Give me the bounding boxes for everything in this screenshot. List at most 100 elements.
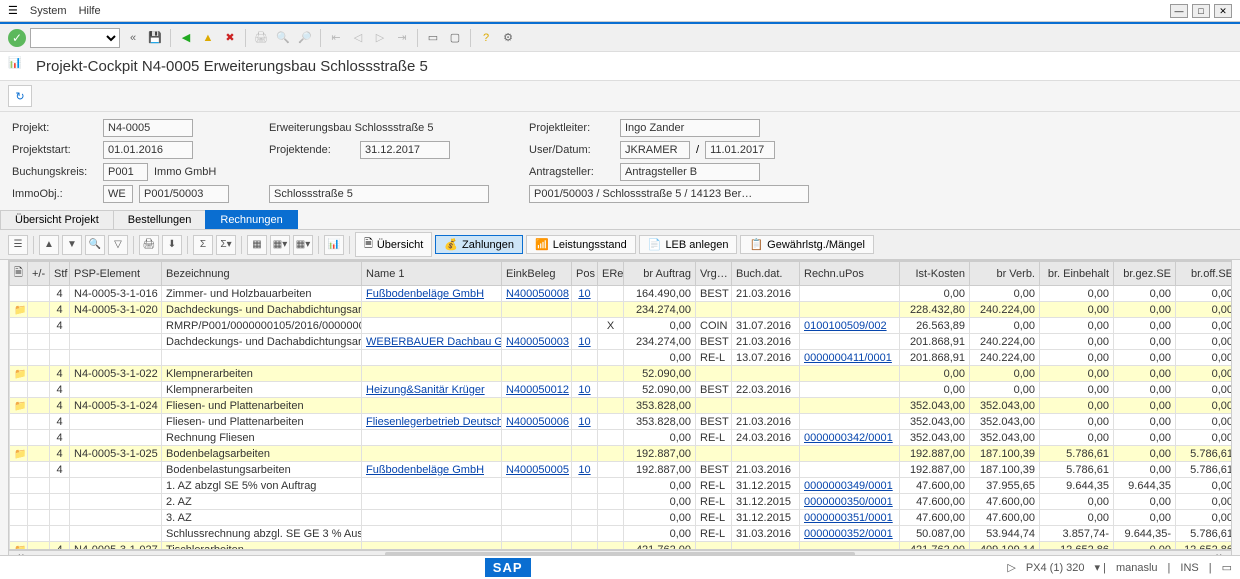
status-triangle-icon[interactable]: ▷ bbox=[1007, 561, 1015, 574]
col-pos[interactable]: Pos bbox=[572, 262, 598, 286]
link[interactable]: 0000000411/0001 bbox=[804, 352, 892, 364]
folder-icon[interactable]: 📁 bbox=[14, 401, 26, 412]
user-field[interactable]: JKRAMER bbox=[620, 141, 690, 159]
link[interactable]: 0000000350/0001 bbox=[804, 496, 893, 508]
col-name[interactable]: Name 1 bbox=[362, 262, 502, 286]
link[interactable]: Fußbodenbeläge GmbH bbox=[366, 288, 484, 300]
shortcut-icon[interactable]: ▢ bbox=[446, 29, 464, 47]
minimize-button[interactable]: — bbox=[1170, 4, 1188, 18]
tab-bestellungen[interactable]: Bestellungen bbox=[113, 210, 207, 229]
projekt-field[interactable]: N4-0005 bbox=[103, 119, 193, 137]
link[interactable]: Heizung&Sanitär Krüger bbox=[366, 384, 485, 396]
menu-system[interactable]: System bbox=[30, 5, 67, 17]
btn-uebersicht[interactable]: 🗎Übersicht bbox=[355, 232, 432, 257]
sum-icon[interactable]: Σ bbox=[193, 235, 213, 255]
antrag-field[interactable]: Antragsteller B bbox=[620, 163, 760, 181]
folder-icon[interactable]: 📁 bbox=[14, 369, 26, 380]
col-ere[interactable]: ERe bbox=[598, 262, 624, 286]
prev-page-icon[interactable]: ◁ bbox=[349, 29, 367, 47]
tab-uebersicht[interactable]: Übersicht Projekt bbox=[0, 210, 114, 229]
layout-save-icon[interactable]: ▦▾ bbox=[293, 235, 313, 255]
accept-icon[interactable]: ✓ bbox=[8, 29, 26, 47]
close-button[interactable]: ✕ bbox=[1214, 4, 1232, 18]
col-einb[interactable]: br. Einbehalt bbox=[1040, 262, 1114, 286]
exit-icon[interactable]: ▲ bbox=[199, 29, 217, 47]
col-auftrag[interactable]: br Auftrag bbox=[624, 262, 696, 286]
back-double-icon[interactable]: « bbox=[124, 29, 142, 47]
link[interactable]: 10 bbox=[578, 464, 590, 476]
next-page-icon[interactable]: ▷ bbox=[371, 29, 389, 47]
link[interactable]: 0000000349/0001 bbox=[804, 480, 893, 492]
btn-leb-anlegen[interactable]: 📄LEB anlegen bbox=[639, 235, 738, 254]
print-icon[interactable]: 🖨 bbox=[252, 29, 270, 47]
col-psp[interactable]: PSP-Element bbox=[70, 262, 162, 286]
col-pm[interactable]: +/- bbox=[28, 262, 50, 286]
alv-grid[interactable]: 🗎 +/- Stf PSP-Element Bezeichnung Name 1… bbox=[8, 260, 1232, 550]
table-row[interactable]: 📁4N4-0005-3-1-027Tischlerarbeiten421.762… bbox=[10, 542, 1233, 551]
menu-icon[interactable]: ☰ bbox=[8, 4, 18, 17]
cancel-icon[interactable]: ✖ bbox=[221, 29, 239, 47]
find-icon[interactable]: 🔍 bbox=[274, 29, 292, 47]
btn-leistungsstand[interactable]: 📶Leistungsstand bbox=[526, 235, 636, 254]
btn-gewaehrleistung[interactable]: 📋Gewährlstg./Mängel bbox=[740, 235, 874, 254]
table-row[interactable]: 4Fliesen- und PlattenarbeitenFliesenlege… bbox=[10, 414, 1233, 430]
find-grid-icon[interactable]: 🔍 bbox=[85, 235, 105, 255]
layout-icon[interactable]: ▦ bbox=[247, 235, 267, 255]
link[interactable]: 10 bbox=[578, 288, 590, 300]
ende-field[interactable]: 31.12.2017 bbox=[360, 141, 450, 159]
link[interactable]: N400050003 bbox=[506, 336, 569, 348]
col-gez[interactable]: br.gez.SE bbox=[1114, 262, 1176, 286]
table-row[interactable]: Dachdeckungs- und Dachabdichtungsarb.WEB… bbox=[10, 334, 1233, 350]
link[interactable]: Fliesenlegerbetrieb Deutschla bbox=[366, 416, 502, 428]
layout-select-icon[interactable]: ▦▾ bbox=[270, 235, 290, 255]
refresh-button[interactable]: ↻ bbox=[8, 85, 32, 107]
link[interactable]: 10 bbox=[578, 336, 590, 348]
col-rech[interactable]: Rechn.uPos bbox=[800, 262, 900, 286]
col-eink[interactable]: EinkBeleg bbox=[502, 262, 572, 286]
folder-icon[interactable]: 📁 bbox=[14, 545, 26, 551]
table-row[interactable]: 4N4-0005-3-1-016Zimmer- und Holzbauarbei… bbox=[10, 286, 1233, 302]
back-icon[interactable]: ◀ bbox=[177, 29, 195, 47]
user-date-field[interactable]: 11.01.2017 bbox=[705, 141, 775, 159]
tab-rechnungen[interactable]: Rechnungen bbox=[205, 210, 297, 229]
sort-asc-icon[interactable]: ▲ bbox=[39, 235, 59, 255]
col-vrg[interactable]: Vrg… bbox=[696, 262, 732, 286]
leiter-field[interactable]: Ingo Zander bbox=[620, 119, 760, 137]
addr-field[interactable]: P001/50003 / Schlossstraße 5 / 14123 Ber… bbox=[529, 185, 809, 203]
last-page-icon[interactable]: ⇥ bbox=[393, 29, 411, 47]
export-icon[interactable]: ⬇ bbox=[162, 235, 182, 255]
bukrs-field[interactable]: P001 bbox=[103, 163, 148, 181]
details-icon[interactable]: ☰ bbox=[8, 235, 28, 255]
col-verb[interactable]: br Verb. bbox=[970, 262, 1040, 286]
link[interactable]: 10 bbox=[578, 416, 590, 428]
status-menu-icon[interactable]: ▭ bbox=[1222, 561, 1232, 574]
link[interactable]: 0000000342/0001 bbox=[804, 432, 893, 444]
col-bez[interactable]: Bezeichnung bbox=[162, 262, 362, 286]
table-row[interactable]: 📁4N4-0005-3-1-022Klempnerarbeiten52.090,… bbox=[10, 366, 1233, 382]
col-off[interactable]: br.off.SE bbox=[1176, 262, 1233, 286]
graphic-icon[interactable]: 📊 bbox=[324, 235, 344, 255]
link[interactable]: N400050012 bbox=[506, 384, 569, 396]
sort-desc-icon[interactable]: ▼ bbox=[62, 235, 82, 255]
link[interactable]: 0000000351/0001 bbox=[804, 512, 893, 524]
col-ist[interactable]: Ist-Kosten bbox=[900, 262, 970, 286]
table-row[interactable]: 3. AZ0,00RE-L31.12.20150000000351/000147… bbox=[10, 510, 1233, 526]
command-field[interactable] bbox=[30, 28, 120, 48]
link[interactable]: 0000000352/0001 bbox=[804, 528, 893, 540]
folder-icon[interactable]: 📁 bbox=[14, 449, 26, 460]
find-next-icon[interactable]: 🔎 bbox=[296, 29, 314, 47]
first-page-icon[interactable]: ⇤ bbox=[327, 29, 345, 47]
save-icon[interactable]: 💾 bbox=[146, 29, 164, 47]
col-tree[interactable]: 🗎 bbox=[10, 262, 28, 286]
table-row[interactable]: 4Rechnung Fliesen0,00RE-L24.03.201600000… bbox=[10, 430, 1233, 446]
table-row[interactable]: 4RMRP/P001/0000000105/2016/0000000002X0,… bbox=[10, 318, 1233, 334]
link[interactable]: 0100100509/002 bbox=[804, 320, 887, 332]
immo-text-field[interactable]: Schlossstraße 5 bbox=[269, 185, 489, 203]
link[interactable]: N400050006 bbox=[506, 416, 569, 428]
table-row[interactable]: 📁4N4-0005-3-1-020Dachdeckungs- und Dacha… bbox=[10, 302, 1233, 318]
link[interactable]: N400050005 bbox=[506, 464, 569, 476]
start-field[interactable]: 01.01.2016 bbox=[103, 141, 193, 159]
maximize-button[interactable]: □ bbox=[1192, 4, 1210, 18]
table-row[interactable]: 4BodenbelastungsarbeitenFußbodenbeläge G… bbox=[10, 462, 1233, 478]
table-row[interactable]: 0,00RE-L13.07.20160000000411/0001201.868… bbox=[10, 350, 1233, 366]
